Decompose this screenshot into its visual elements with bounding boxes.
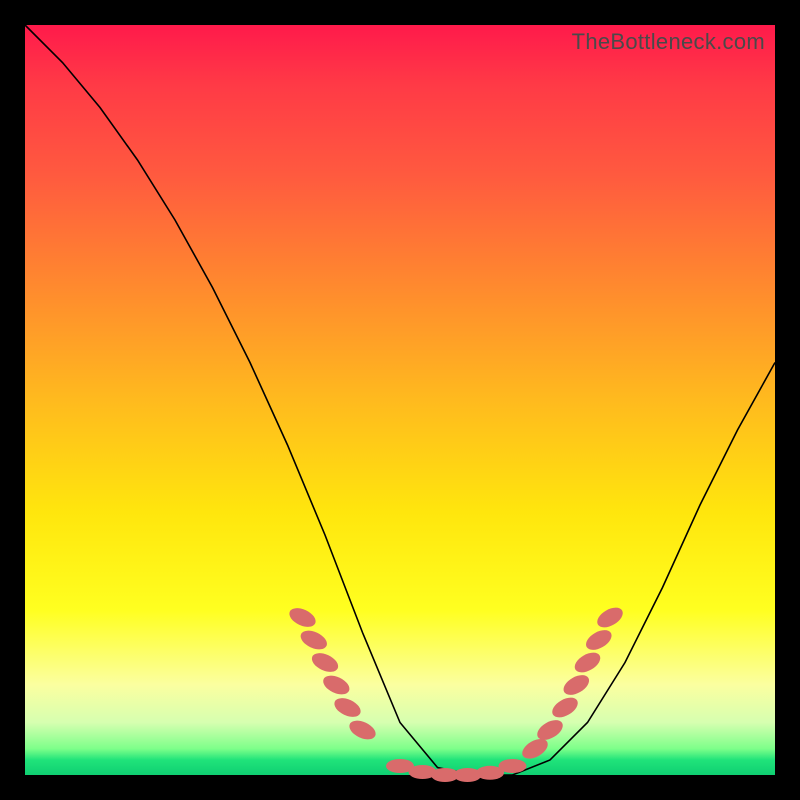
curve-marker — [571, 649, 603, 677]
curve-marker — [549, 694, 581, 722]
curve-marker — [594, 604, 626, 632]
plot-area: TheBottleneck.com — [25, 25, 775, 775]
curve-marker — [583, 626, 615, 654]
curve-marker — [286, 604, 318, 630]
curve-marker — [346, 717, 378, 743]
curve-marker — [560, 671, 592, 699]
curve-marker — [499, 759, 527, 773]
curve-markers — [286, 604, 626, 782]
bottleneck-curve — [25, 25, 775, 775]
chart-frame: TheBottleneck.com — [0, 0, 800, 800]
curve-marker — [309, 649, 341, 675]
curve-marker — [298, 627, 330, 653]
curve-marker — [331, 694, 363, 720]
curve-line — [25, 25, 775, 775]
curve-marker — [320, 672, 352, 698]
